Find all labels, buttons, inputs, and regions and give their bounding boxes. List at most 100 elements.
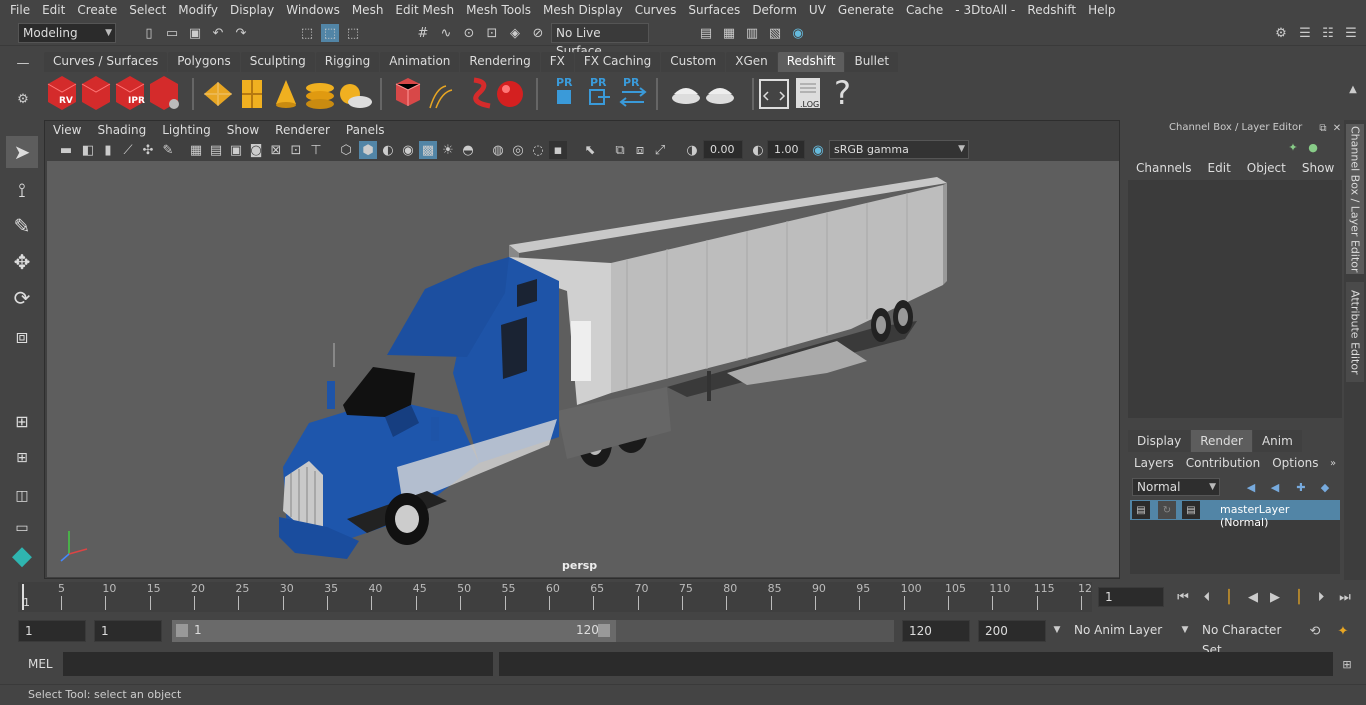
menu-item[interactable]: Create <box>71 3 123 17</box>
rs-sun-sky-icon[interactable] <box>340 84 372 108</box>
rs-pr-swap-icon[interactable] <box>619 87 647 107</box>
safe-action-icon[interactable]: ⊡ <box>287 141 305 159</box>
master-layer-row[interactable]: ▤ ↻ ▤ masterLayer (Normal) <box>1130 500 1340 529</box>
chevron-down-icon[interactable]: ▼ <box>1048 621 1066 639</box>
hypershade-icon[interactable]: ◉ <box>789 24 807 42</box>
menu-item[interactable]: Edit <box>36 3 71 17</box>
rs-light-dome-icon[interactable] <box>242 80 262 108</box>
shadows-icon[interactable]: ☀ <box>439 141 457 159</box>
rs-bake-set-icon[interactable] <box>706 88 734 104</box>
current-frame-field[interactable]: 1 <box>1098 587 1164 607</box>
snap-point-icon[interactable]: ⊙ <box>460 24 478 42</box>
snap-curve-icon[interactable]: ∿ <box>437 24 455 42</box>
move-layer-up-icon[interactable]: ◀ <box>1242 478 1260 496</box>
rs-mesh-light-icon[interactable] <box>395 78 421 106</box>
outliner-toggle-icon[interactable]: ☰ <box>1296 24 1314 42</box>
step-forward-key-icon[interactable]: ⎮ <box>1290 588 1308 606</box>
shelf-tab[interactable]: Sculpting <box>240 52 315 72</box>
xray-icon[interactable]: ⬉ <box>581 141 599 159</box>
gamma-field[interactable]: 1.00 <box>767 140 805 159</box>
grease-pencil-icon[interactable]: ✎ <box>159 141 177 159</box>
menu-item[interactable]: Modify <box>172 3 224 17</box>
move-tool-icon[interactable]: ✥ <box>6 246 38 278</box>
rs-physical-light-icon[interactable] <box>306 83 334 109</box>
viewport-menu-item[interactable]: Panels <box>338 121 393 139</box>
truck-model[interactable] <box>47 161 1119 577</box>
play-forwards-icon[interactable]: ▶ <box>1266 588 1284 606</box>
channel-box-menu-item[interactable]: Channels <box>1128 158 1200 178</box>
move-layer-down-icon[interactable]: ◀ <box>1266 478 1284 496</box>
time-slider[interactable]: 5 10 15 20 25 30 35 40 45 50 55 60 65 70 75 80 85 90 95 100… <box>18 582 1092 612</box>
colorspace-dropdown[interactable]: sRGB gamma ▼ <box>829 140 969 159</box>
go-to-start-icon[interactable]: ⏮ <box>1174 588 1192 606</box>
menu-item[interactable]: - 3DtoAll - <box>949 3 1021 17</box>
menu-item[interactable]: Windows <box>280 3 346 17</box>
select-tool-icon[interactable]: ➤ <box>6 136 38 168</box>
range-left-knob[interactable] <box>176 624 188 637</box>
render-toggle-icon[interactable]: ▤ <box>1132 501 1150 519</box>
viewport-menu-item[interactable]: View <box>45 121 89 139</box>
animation-start-field[interactable]: 1 <box>18 620 86 642</box>
mel-label[interactable]: MEL <box>28 657 53 671</box>
snap-grid-icon[interactable]: # <box>414 24 432 42</box>
shelf-tab[interactable]: Bullet <box>845 52 899 72</box>
shelf-tab[interactable]: Custom <box>661 52 726 72</box>
play-backwards-icon[interactable]: ◀ <box>1244 588 1262 606</box>
range-slider-track[interactable]: 1 120 <box>172 620 894 642</box>
undo-icon[interactable]: ↶ <box>209 24 227 42</box>
layer-tab[interactable]: Anim <box>1252 430 1302 452</box>
help-icon[interactable]: ? <box>834 74 851 112</box>
character-set-dropdown[interactable]: No Character Set <box>1196 620 1300 657</box>
menu-item[interactable]: Deform <box>746 3 803 17</box>
gate-mask-icon[interactable]: ◙ <box>247 141 265 159</box>
screen-space-ao-icon[interactable]: ◓ <box>459 141 477 159</box>
four-view-icon[interactable]: ⊞ <box>6 442 38 474</box>
step-back-key-icon[interactable]: ⎮ <box>1220 588 1238 606</box>
shelf-tab[interactable]: XGen <box>726 52 777 72</box>
rs-spot-light-icon[interactable] <box>276 80 296 108</box>
single-view-icon[interactable]: ⊞ <box>6 405 38 437</box>
render-settings-toggle-icon[interactable]: ▤ <box>1182 501 1200 519</box>
range-right-knob[interactable] <box>598 624 610 637</box>
exposure-icon[interactable]: ◑ <box>683 141 701 159</box>
render-settings-icon[interactable]: ▤ <box>697 24 715 42</box>
current-time-indicator[interactable] <box>22 584 24 610</box>
anim-layer-dropdown[interactable]: No Anim Layer <box>1068 620 1172 642</box>
shaded-wireframe-icon[interactable]: ◐ <box>379 141 397 159</box>
rotate-tool-icon[interactable]: ⟳ <box>6 282 38 314</box>
go-to-end-icon[interactable]: ⏭ <box>1336 588 1354 606</box>
menu-item[interactable]: Edit Mesh <box>389 3 460 17</box>
script-editor-icon[interactable]: ⊞ <box>1338 655 1356 673</box>
use-all-lights-icon[interactable]: ▩ <box>419 141 437 159</box>
channel-box-menu-item[interactable]: Show <box>1294 158 1342 178</box>
viewport-menu-item[interactable]: Lighting <box>154 121 219 139</box>
mel-input[interactable] <box>63 652 493 676</box>
redo-icon[interactable]: ↷ <box>232 24 250 42</box>
wireframe-icon[interactable]: ⬡ <box>337 141 355 159</box>
smooth-shade-icon[interactable]: ⬢ <box>359 141 377 159</box>
menu-item[interactable]: Select <box>123 3 172 17</box>
menu-item[interactable]: UV <box>803 3 832 17</box>
film-gate-icon[interactable]: ▤ <box>207 141 225 159</box>
lasso-tool-icon[interactable]: ⟟ <box>6 174 38 206</box>
rs-script-icon[interactable] <box>759 79 789 109</box>
menu-item[interactable]: Generate <box>832 3 900 17</box>
menu-item[interactable]: Redshift <box>1021 3 1082 17</box>
menu-item[interactable]: Mesh <box>346 3 390 17</box>
playback-end-field[interactable]: 120 <box>902 620 970 642</box>
anti-aliasing-icon[interactable]: ◎ <box>509 141 527 159</box>
rs-bake-icon[interactable] <box>672 88 700 104</box>
shelf-tab[interactable]: Rigging <box>315 52 380 72</box>
render-view-icon[interactable]: ▧ <box>766 24 784 42</box>
recycle-icon[interactable]: ↻ <box>1158 501 1176 519</box>
shelf-tab[interactable]: Animation <box>380 52 460 72</box>
save-scene-icon[interactable]: ▣ <box>186 24 204 42</box>
animation-preferences-icon[interactable]: ✦ <box>1334 622 1352 640</box>
select-by-object-icon[interactable]: ⬚ <box>321 24 339 42</box>
channel-link-icon[interactable]: ● <box>1304 138 1322 156</box>
snap-surface-icon[interactable]: ◈ <box>506 24 524 42</box>
shelf-tab[interactable]: Polygons <box>168 52 240 72</box>
viewport-menu-item[interactable]: Show <box>219 121 267 139</box>
double-chevron-right-icon[interactable]: » <box>1324 454 1342 472</box>
make-live-icon[interactable]: ⊘ <box>529 24 547 42</box>
